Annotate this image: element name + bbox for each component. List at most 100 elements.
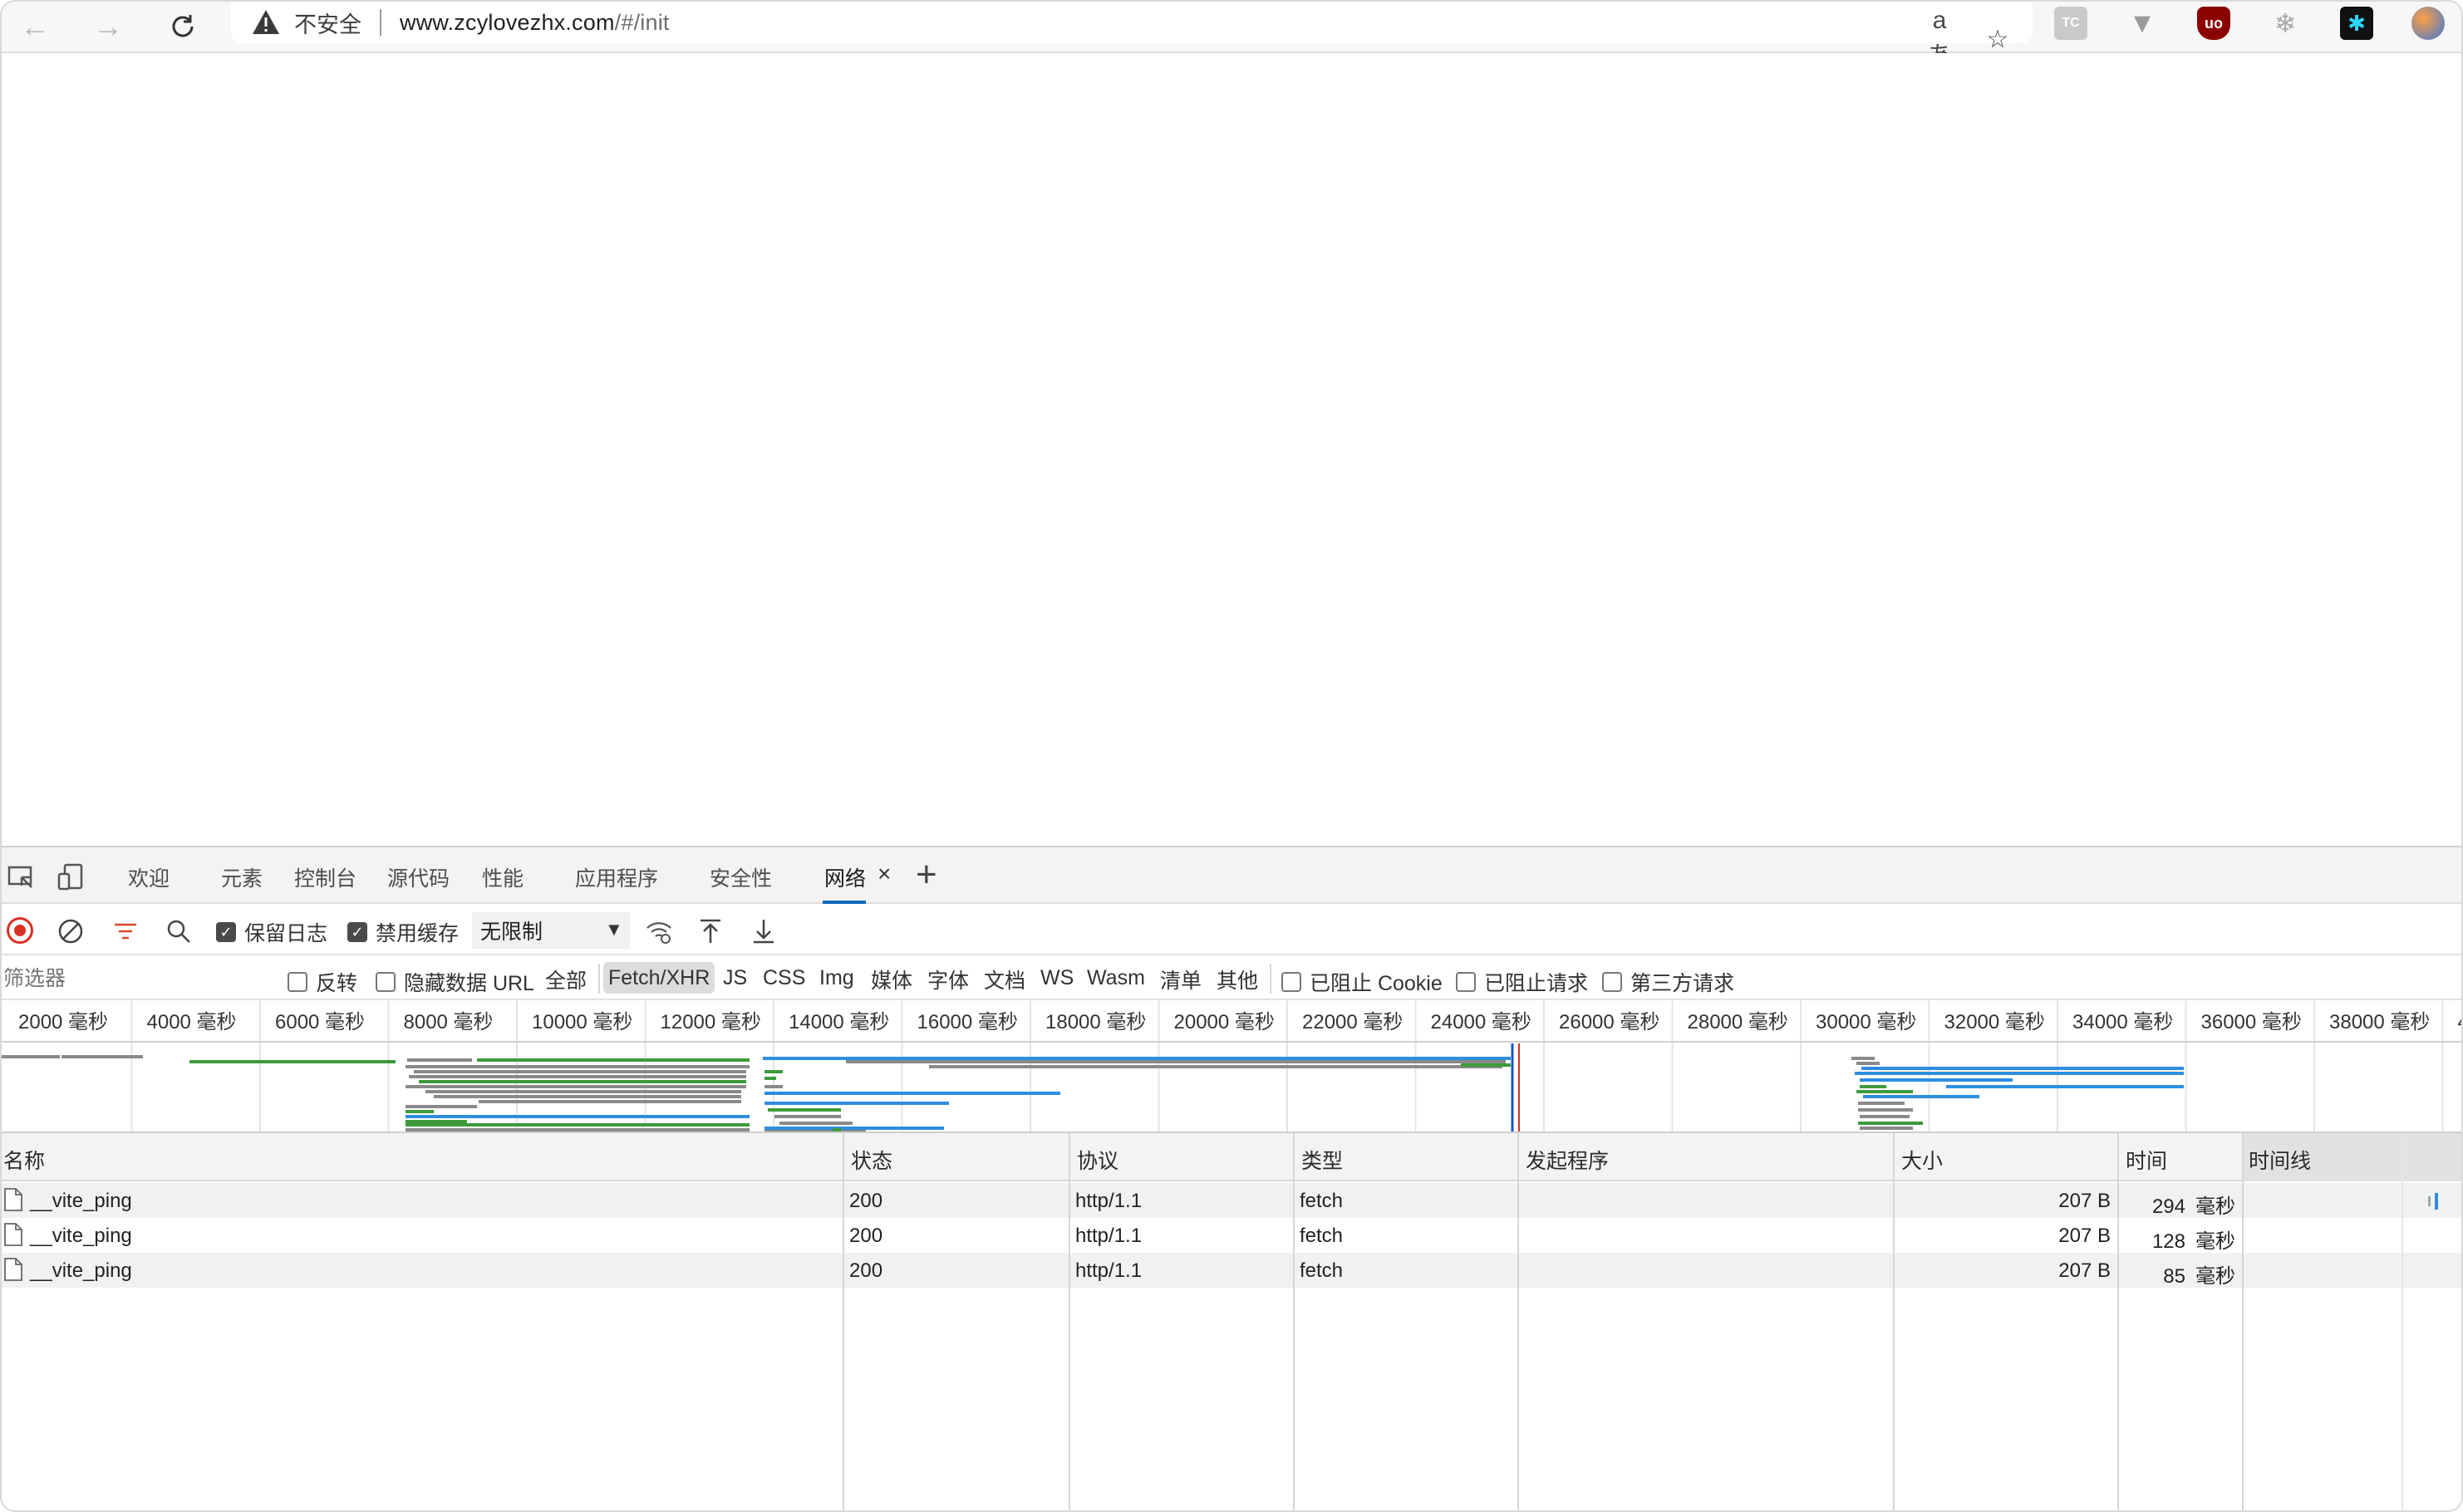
time-unit: 毫秒: [2195, 1195, 2235, 1218]
overview-tick-label: 30000 毫秒: [1816, 1011, 1916, 1033]
filter-type-js[interactable]: JS: [718, 962, 752, 994]
filter-type-css[interactable]: CSS: [758, 962, 810, 994]
address-bar[interactable]: 不安全 www.zcylovezhx.com/#/init aあ ☆: [231, 2, 2033, 70]
waterfall-bar: [2428, 1196, 2431, 1206]
tc-extension-icon[interactable]: TC: [2054, 7, 2087, 40]
filter-type-img[interactable]: Img: [814, 962, 859, 994]
filter-type-manifest[interactable]: 清单: [1155, 964, 1207, 995]
column-name-header[interactable]: 名称: [3, 1145, 45, 1175]
tab-console[interactable]: 控制台: [294, 862, 356, 892]
record-button[interactable]: [7, 917, 33, 944]
filter-type-media[interactable]: 媒体: [866, 964, 917, 995]
url-path: /#/init: [614, 9, 670, 35]
devtools-tab-bar: 欢迎 元素 控制台 源代码 性能 应用程序 安全性 网络 × +: [2, 847, 2461, 904]
tab-welcome[interactable]: 欢迎: [128, 862, 170, 892]
column-size-header[interactable]: 大小: [1901, 1145, 1943, 1175]
overview-tick-label: 4000 毫秒: [147, 1011, 237, 1033]
network-controls: ✓ 保留日志 ✓ 禁用缓存 无限制 ▼: [2, 906, 2461, 955]
export-har-button[interactable]: [750, 917, 778, 945]
table-row[interactable]: __vite_ping 200 http/1.1 fetch 207 B 85 毫秒: [2, 1253, 2461, 1288]
overview-tick-label: 40: [2458, 1011, 2462, 1033]
hide-data-urls-check-icon: [376, 972, 396, 992]
url-host: www.zcylovezhx.com: [400, 9, 615, 35]
column-time-header[interactable]: 时间: [2126, 1145, 2167, 1175]
tab-performance[interactable]: 性能: [482, 862, 524, 892]
table-row[interactable]: __vite_ping 200 http/1.1 fetch 207 B 294 毫秒: [2, 1183, 2461, 1218]
reload-icon[interactable]: [163, 7, 203, 47]
clear-icon: [58, 919, 83, 944]
request-name-cell[interactable]: __vite_ping: [30, 1225, 132, 1248]
column-divider: [1069, 1133, 1070, 1510]
upload-icon: [701, 919, 720, 943]
extensions-bar: TC ▼ uo ❄ ✱: [2054, 7, 2445, 40]
forward-arrow-icon[interactable]: →: [88, 7, 128, 47]
time-cell: 85 毫秒: [2129, 1259, 2235, 1289]
column-divider: [843, 1133, 844, 1510]
third-party-checkbox[interactable]: 第三方请求: [1602, 967, 1734, 997]
column-type-header[interactable]: 类型: [1301, 1145, 1343, 1175]
overview-tick-label: 12000 毫秒: [661, 1011, 761, 1033]
filter-type-doc[interactable]: 文档: [979, 964, 1030, 995]
vue-devtools-icon[interactable]: ▼: [2126, 7, 2159, 40]
hide-data-urls-checkbox[interactable]: 隐藏数据 URL: [376, 967, 534, 997]
column-status-header[interactable]: 状态: [851, 1145, 892, 1175]
invert-checkbox[interactable]: 反转: [288, 967, 357, 997]
column-timeline-header[interactable]: 时间线: [2242, 1133, 2461, 1181]
search-icon: [167, 920, 190, 943]
time-unit: 毫秒: [2195, 1265, 2235, 1288]
filter-type-all[interactable]: 全部: [540, 964, 592, 995]
inspect-element-icon[interactable]: [7, 862, 37, 892]
not-secure-label[interactable]: 不安全: [294, 7, 361, 39]
filter-type-fetch-xhr[interactable]: Fetch/XHR: [603, 962, 715, 994]
overview-tick-label: 34000 毫秒: [2072, 1011, 2173, 1033]
overview-tick-label: 38000 毫秒: [2329, 1011, 2430, 1033]
blocked-requests-checkbox[interactable]: 已阻止请求: [1456, 967, 1588, 997]
back-arrow-icon[interactable]: ←: [15, 7, 55, 47]
blocked-cookies-checkbox[interactable]: 已阻止 Cookie: [1281, 967, 1443, 997]
tab-network[interactable]: 网络: [824, 862, 866, 892]
request-name-cell[interactable]: __vite_ping: [30, 1190, 132, 1213]
search-button[interactable]: [165, 917, 193, 945]
filter-type-other[interactable]: 其他: [1212, 964, 1263, 995]
import-har-button[interactable]: [696, 917, 725, 945]
table-row[interactable]: __vite_ping 200 http/1.1 fetch 207 B 128 毫秒: [2, 1218, 2461, 1253]
snowflake-extension-icon[interactable]: ❄: [2269, 7, 2302, 40]
third-party-label: 第三方请求: [1630, 972, 1735, 995]
add-favorite-icon[interactable]: ☆: [1981, 25, 2014, 54]
dark-extension-icon[interactable]: ✱: [2340, 7, 2373, 40]
disable-cache-checkbox[interactable]: ✓ 禁用缓存: [347, 917, 459, 947]
not-secure-warning-icon[interactable]: [251, 7, 281, 37]
ublock-origin-icon[interactable]: uo: [2197, 7, 2230, 40]
filter-type-ws[interactable]: WS: [1035, 962, 1079, 994]
disable-cache-check-icon: ✓: [347, 922, 367, 942]
preserve-log-label: 保留日志: [244, 922, 328, 945]
filter-toggle-button[interactable]: [111, 917, 140, 945]
column-divider: [2242, 1133, 2244, 1510]
filter-input[interactable]: [2, 962, 268, 995]
clear-button[interactable]: [57, 917, 85, 945]
column-initiator-header[interactable]: 发起程序: [1526, 1145, 1609, 1175]
third-party-check-icon: [1602, 972, 1622, 992]
timeline-gridline: [2402, 1133, 2403, 1510]
add-tab-icon[interactable]: +: [916, 854, 937, 896]
preserve-log-checkbox[interactable]: ✓ 保留日志: [216, 917, 327, 947]
request-name-cell[interactable]: __vite_ping: [30, 1259, 132, 1283]
profile-ball-icon[interactable]: [2411, 7, 2445, 40]
network-conditions-button[interactable]: [645, 917, 673, 945]
tab-application[interactable]: 应用程序: [575, 862, 658, 892]
device-emulation-icon[interactable]: [57, 862, 86, 892]
url-text[interactable]: www.zcylovezhx.com/#/init: [400, 10, 670, 36]
throttling-dropdown-icon[interactable]: ▼: [605, 919, 623, 940]
filter-type-font[interactable]: 字体: [922, 964, 974, 995]
filter-icon: [115, 923, 136, 940]
column-divider: [1517, 1133, 1519, 1510]
tab-elements[interactable]: 元素: [221, 862, 263, 892]
column-protocol-header[interactable]: 协议: [1077, 1145, 1118, 1175]
close-tab-icon[interactable]: ×: [878, 861, 891, 887]
filter-bar: 反转 隐藏数据 URL 全部 Fetch/XHR JS CSS Img 媒体 字…: [2, 957, 2461, 1000]
filter-type-wasm[interactable]: Wasm: [1082, 962, 1150, 994]
tab-sources[interactable]: 源代码: [387, 862, 450, 892]
network-overview[interactable]: 2000 毫秒 4000 毫秒 6000 毫秒 8000 毫秒 10000 毫秒 1200…: [2, 1000, 2461, 1133]
tab-security[interactable]: 安全性: [710, 862, 772, 892]
column-divider: [1893, 1133, 1895, 1510]
